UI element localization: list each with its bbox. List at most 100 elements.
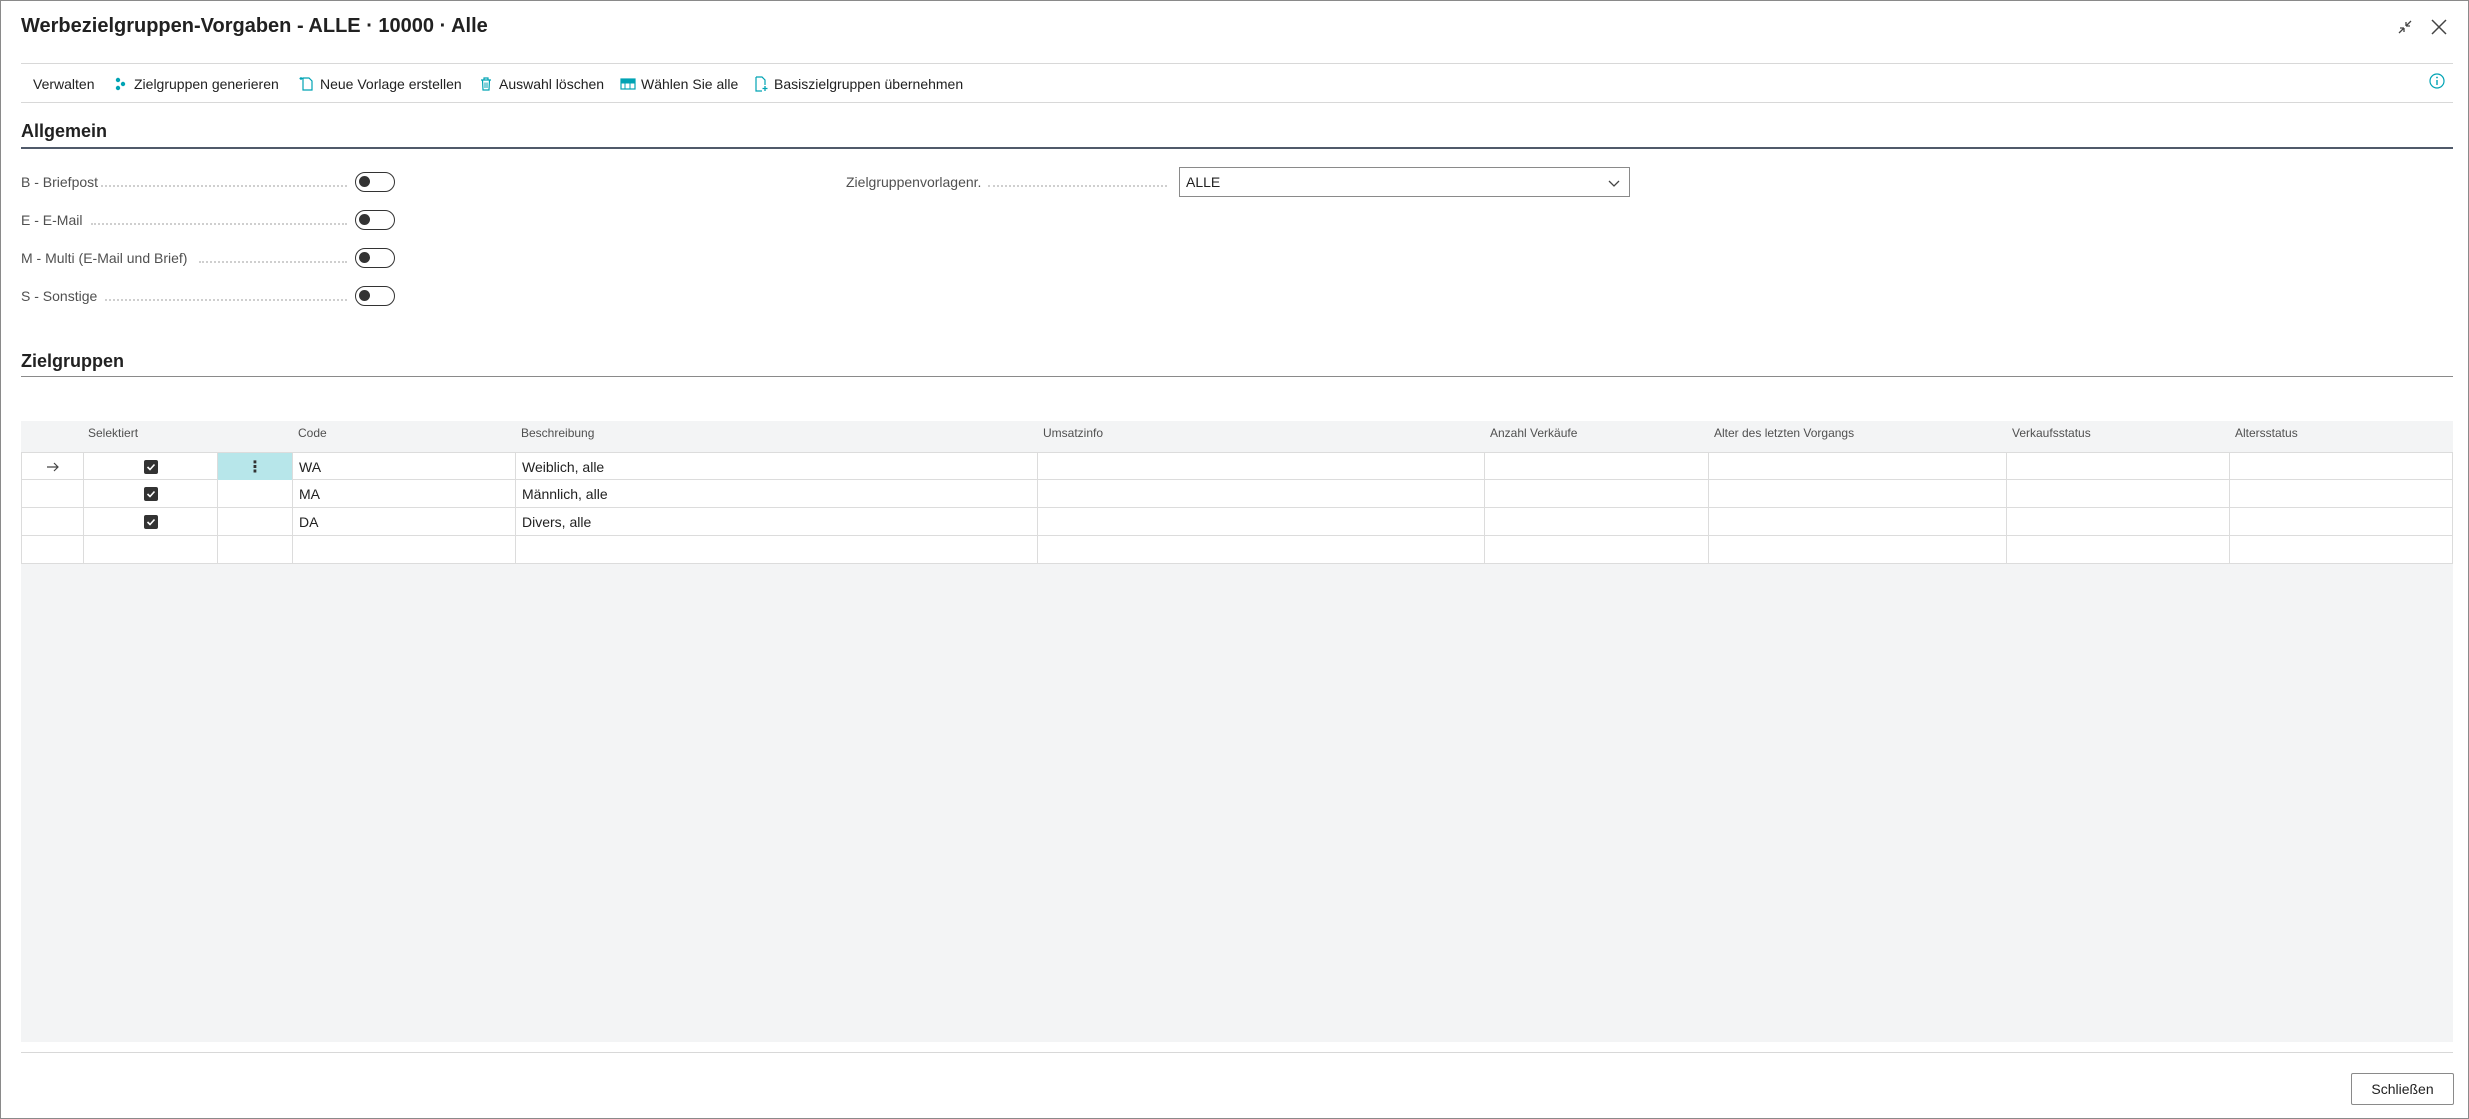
field-email-label: E - E-Mail	[21, 212, 83, 228]
cell-code[interactable]	[293, 536, 516, 563]
field-briefpost: B - Briefpost	[21, 168, 351, 196]
field-multi: M - Multi (E-Mail und Brief)	[21, 244, 351, 272]
row-action-menu[interactable]	[218, 536, 293, 563]
checkbox-selected[interactable]	[143, 486, 158, 501]
cell-selected	[84, 453, 218, 480]
col-header-selected[interactable]: Selektiert	[88, 426, 138, 440]
new-document-icon	[299, 76, 315, 92]
cell-revenue-info[interactable]	[1038, 536, 1485, 563]
cell-age-status[interactable]	[2230, 508, 2452, 535]
toggle-email[interactable]	[355, 210, 395, 230]
cell-revenue-info[interactable]	[1038, 480, 1485, 507]
collapse-button[interactable]	[2391, 13, 2419, 41]
cell-age-status[interactable]	[2230, 453, 2452, 480]
cell-last-transaction-age[interactable]	[1709, 536, 2007, 563]
checkbox-selected[interactable]	[143, 514, 158, 529]
row-action-menu[interactable]	[218, 508, 293, 535]
close-button[interactable]: Schließen	[2351, 1073, 2454, 1105]
col-header-code[interactable]: Code	[298, 426, 327, 440]
template-no-select[interactable]: ALLE	[1179, 167, 1630, 197]
cell-description[interactable]	[516, 536, 1038, 563]
cell-code[interactable]: MA	[293, 480, 516, 507]
cell-age-status[interactable]	[2230, 536, 2452, 563]
col-header-age-status[interactable]: Altersstatus	[2235, 426, 2298, 440]
cell-sales-status[interactable]	[2007, 508, 2230, 535]
action-bar: Verwalten Zielgruppen generieren Neue Vo…	[21, 71, 2453, 97]
col-header-last-transaction-age[interactable]: Alter des letzten Vorgangs	[1714, 426, 1854, 440]
general-section-title[interactable]: Allgemein	[21, 121, 107, 142]
checkmark-icon	[146, 490, 155, 498]
targets-section-title[interactable]: Zielgruppen	[21, 351, 124, 372]
manage-label: Verwalten	[33, 76, 95, 92]
cell-code[interactable]: WA	[293, 453, 516, 480]
generate-targets-button[interactable]: Zielgruppen generieren	[113, 71, 279, 97]
page-title: Werbezielgruppen-Vorgaben - ALLE · 10000…	[21, 15, 488, 37]
info-icon[interactable]	[2427, 71, 2447, 91]
toggle-knob	[359, 214, 370, 225]
toggle-briefpost[interactable]	[355, 172, 395, 192]
cell-selected[interactable]	[84, 536, 218, 563]
leader-dots	[101, 185, 347, 187]
table-row[interactable]: ⋮ WA Weiblich, alle	[21, 452, 2453, 480]
cell-revenue-info[interactable]	[1038, 508, 1485, 535]
document-add-icon	[753, 76, 769, 92]
row-indicator	[22, 536, 84, 563]
cell-description[interactable]: Divers, alle	[516, 508, 1038, 535]
table-row[interactable]: MA Männlich, alle	[21, 480, 2453, 508]
toggle-other[interactable]	[355, 286, 395, 306]
cell-description[interactable]: Männlich, alle	[516, 480, 1038, 507]
cell-last-transaction-age[interactable]	[1709, 453, 2007, 480]
leader-dots	[105, 299, 347, 301]
toggle-knob	[359, 290, 370, 301]
template-no-value: ALLE	[1186, 174, 1221, 190]
toggle-multi[interactable]	[355, 248, 395, 268]
select-all-button[interactable]: Wählen Sie alle	[620, 71, 738, 97]
checkmark-icon	[146, 463, 155, 471]
apply-base-targets-button[interactable]: Basiszielgruppen übernehmen	[753, 71, 963, 97]
targets-section-divider	[21, 376, 2453, 377]
cell-sales-status[interactable]	[2007, 480, 2230, 507]
cell-selected	[84, 480, 218, 507]
table-row-new[interactable]	[21, 536, 2453, 564]
cell-description[interactable]: Weiblich, alle	[516, 453, 1038, 480]
col-header-description[interactable]: Beschreibung	[521, 426, 594, 440]
col-header-sales-status[interactable]: Verkaufsstatus	[2012, 426, 2091, 440]
dialog-window: Werbezielgruppen-Vorgaben - ALLE · 10000…	[0, 0, 2469, 1119]
people-group-icon	[113, 76, 129, 92]
cell-sales-count[interactable]	[1485, 508, 1709, 535]
apply-base-targets-label: Basiszielgruppen übernehmen	[774, 76, 964, 92]
toolbar-divider	[21, 102, 2453, 103]
row-indicator	[22, 480, 84, 507]
row-action-menu[interactable]	[218, 480, 293, 507]
field-other-label: S - Sonstige	[21, 288, 98, 304]
general-section-divider	[21, 147, 2453, 149]
new-template-button[interactable]: Neue Vorlage erstellen	[299, 71, 462, 97]
field-template-no-label: Zielgruppenvorlagenr.	[846, 174, 982, 190]
cell-last-transaction-age[interactable]	[1709, 508, 2007, 535]
trash-icon	[478, 76, 494, 92]
cell-age-status[interactable]	[2230, 480, 2452, 507]
cell-sales-status[interactable]	[2007, 536, 2230, 563]
cell-sales-count[interactable]	[1485, 453, 1709, 480]
row-indicator	[22, 508, 84, 535]
table-row[interactable]: DA Divers, alle	[21, 508, 2453, 536]
field-briefpost-label: B - Briefpost	[21, 174, 99, 190]
collapse-icon	[2398, 20, 2412, 34]
cell-sales-status[interactable]	[2007, 453, 2230, 480]
col-header-revenue-info[interactable]: Umsatzinfo	[1043, 426, 1103, 440]
clear-selection-button[interactable]: Auswahl löschen	[478, 71, 604, 97]
close-window-button[interactable]	[2425, 13, 2453, 41]
cell-code[interactable]: DA	[293, 508, 516, 535]
cell-sales-count[interactable]	[1485, 536, 1709, 563]
checkbox-selected[interactable]	[143, 459, 158, 474]
cell-last-transaction-age[interactable]	[1709, 480, 2007, 507]
field-template-no: Zielgruppenvorlagenr.	[846, 168, 1171, 196]
manage-menu[interactable]: Verwalten	[33, 71, 94, 97]
cell-revenue-info[interactable]	[1038, 453, 1485, 480]
row-action-menu[interactable]: ⋮	[218, 453, 293, 480]
col-header-sales-count[interactable]: Anzahl Verkäufe	[1490, 426, 1577, 440]
toggle-knob	[359, 176, 370, 187]
field-multi-label: M - Multi (E-Mail und Brief)	[21, 250, 188, 266]
grid-header: Selektiert Code Beschreibung Umsatzinfo …	[21, 426, 2453, 446]
cell-sales-count[interactable]	[1485, 480, 1709, 507]
